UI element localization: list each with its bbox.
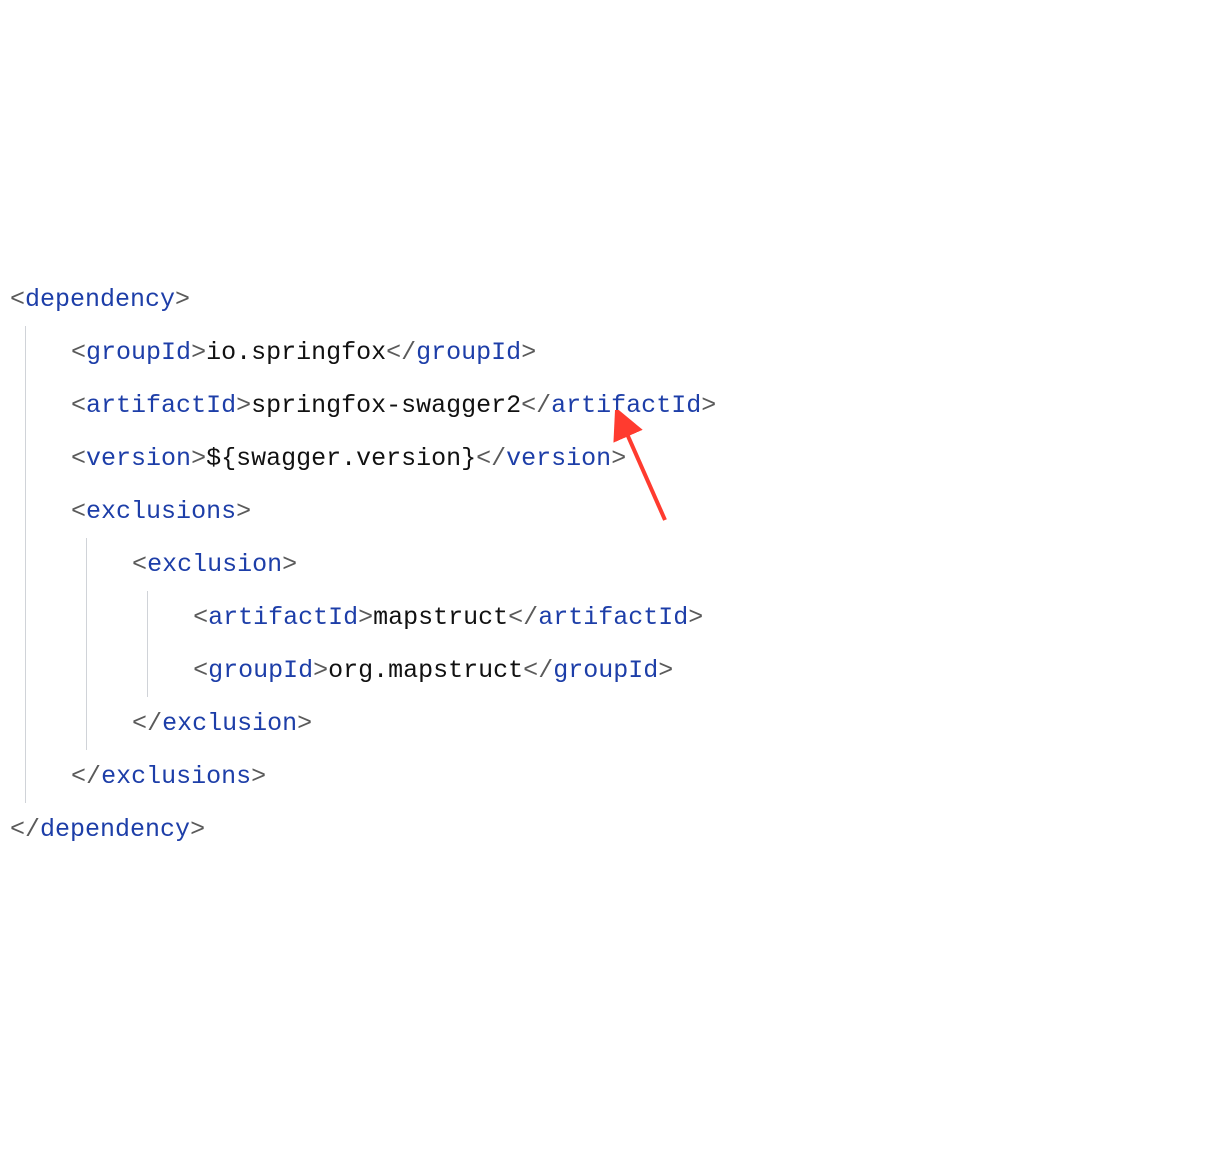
code-line: </dependency> [10,815,205,844]
punct: > [282,550,297,579]
punct: < [132,709,147,738]
tag-exclusions-open: exclusions [86,497,236,526]
code-line: <exclusion> [10,550,297,579]
tag-exclusion-open: exclusion [147,550,282,579]
code-line: <dependency> [10,285,190,314]
text-excl-artifactid: mapstruct [373,603,508,632]
tag-excl-groupid-open: groupId [208,656,313,685]
text-artifactid: springfox-swagger2 [251,391,521,420]
punct: < [386,338,401,367]
tag-dependency-open: dependency [25,285,175,314]
text-version: ${swagger.version} [206,444,476,473]
punct: < [193,603,208,632]
punct: < [523,656,538,685]
text-groupid: io.springfox [206,338,386,367]
punct: / [147,709,162,738]
code-line: <artifactId>mapstruct</artifactId> [10,603,703,632]
punct: > [313,656,328,685]
punct: < [521,391,536,420]
tag-exclusions-close: exclusions [101,762,251,791]
tag-artifactid-open: artifactId [86,391,236,420]
punct: > [701,391,716,420]
tag-excl-artifactid-open: artifactId [208,603,358,632]
punct: > [358,603,373,632]
punct: > [190,815,205,844]
punct: / [86,762,101,791]
text-excl-groupid: org.mapstruct [328,656,523,685]
punct: / [536,391,551,420]
punct: / [25,815,40,844]
punct: < [71,497,86,526]
punct: > [521,338,536,367]
punct: > [251,762,266,791]
punct: / [401,338,416,367]
tag-exclusion-close: exclusion [162,709,297,738]
tag-version-open: version [86,444,191,473]
punct: < [508,603,523,632]
tag-version-close: version [506,444,611,473]
code-line: </exclusions> [10,762,266,791]
punct: < [193,656,208,685]
punct: / [538,656,553,685]
code-line: <groupId>org.mapstruct</groupId> [10,656,673,685]
code-line: <exclusions> [10,497,251,526]
code-block: <dependency> <groupId>io.springfox</grou… [10,220,1202,856]
punct: > [658,656,673,685]
tag-groupid-close: groupId [416,338,521,367]
code-line: <artifactId>springfox-swagger2</artifact… [10,391,716,420]
punct: < [71,391,86,420]
punct: < [71,762,86,791]
punct: > [191,444,206,473]
punct: < [10,815,25,844]
code-line: <version>${swagger.version}</version> [10,444,626,473]
tag-groupid-open: groupId [86,338,191,367]
punct: > [175,285,190,314]
punct: < [132,550,147,579]
tag-dependency-close: dependency [40,815,190,844]
punct: > [236,497,251,526]
code-line: </exclusion> [10,709,312,738]
punct: < [71,338,86,367]
punct: / [523,603,538,632]
punct: > [191,338,206,367]
code-line: <groupId>io.springfox</groupId> [10,338,536,367]
punct: < [10,285,25,314]
punct: > [236,391,251,420]
tag-artifactid-close: artifactId [551,391,701,420]
tag-excl-groupid-close: groupId [553,656,658,685]
punct: / [491,444,506,473]
punct: > [688,603,703,632]
punct: < [71,444,86,473]
punct: < [476,444,491,473]
punct: > [297,709,312,738]
punct: > [611,444,626,473]
tag-excl-artifactid-close: artifactId [538,603,688,632]
